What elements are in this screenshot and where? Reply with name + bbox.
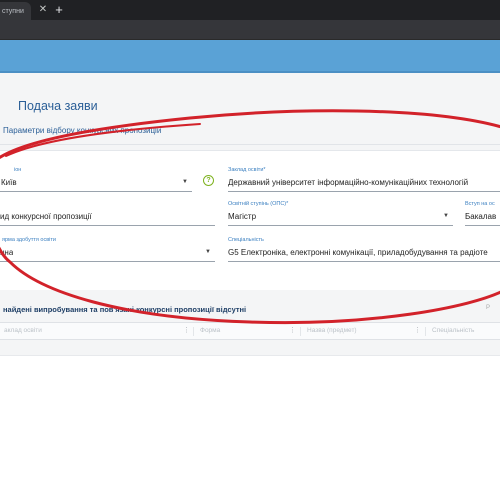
results-table-header: аклад освіти ⋮ Форма ⋮ Назва (предмет) ⋮… [0,322,500,340]
filter-form-card: іон Київ ▼ Заклад освіти* Державний унів… [0,150,500,290]
column-menu-icon[interactable]: ⋮ [414,326,421,334]
new-tab-icon[interactable]: + [52,3,66,17]
column-menu-icon[interactable]: ⋮ [289,326,296,334]
column-header[interactable]: аклад освіти [4,327,42,334]
results-table-body [0,355,500,500]
study-form-select[interactable]: ярма здобуття освіти нна ▼ [0,237,215,263]
column-menu-icon[interactable]: ⋮ [183,326,190,334]
browser-tab[interactable]: ступни [0,2,31,20]
help-icon[interactable]: ? [203,175,214,186]
chevron-down-icon: ▼ [443,213,449,219]
region-label: іон [14,167,22,173]
offer-search-input[interactable]: ид конкурсної пропозиції [0,201,215,227]
study-form-label: ярма здобуття освіти [2,237,56,243]
degree-value: Магістр [228,212,257,221]
site-header-banner [0,40,500,73]
chevron-down-icon: ▼ [182,179,188,185]
column-header[interactable]: Форма [200,327,220,334]
browser-tab-strip: ступни ✕ + [0,0,500,20]
study-form-value: нна [0,248,14,257]
section-title: Параметри відбору конкурсних пропозицій [3,126,162,135]
institution-field[interactable]: Заклад освіти* Державний університет інф… [228,167,500,193]
column-header[interactable]: Спеціальність [432,327,474,334]
specialty-value: G5 Електроніка, електронні комунікації, … [228,248,488,257]
close-icon[interactable]: ✕ [37,4,49,16]
no-results-message: найдені випробування та пов'язані конкур… [3,305,247,314]
entry-basis-label: Вступ на ос [465,201,495,207]
region-value: Київ [1,178,17,187]
specialty-field[interactable]: Спеціальність G5 Електроніка, електронні… [228,237,500,263]
page-title: Подача заяви [18,99,98,113]
browser-toolbar [0,20,500,40]
chevron-down-icon: ▼ [205,249,211,255]
browser-tab-title: ступни [2,7,24,15]
section-divider [0,144,500,145]
offer-search-value: ид конкурсної пропозиції [0,212,92,221]
specialty-label: Спеціальність [228,237,264,243]
section-header: Параметри відбору конкурсних пропозицій [0,126,500,145]
degree-select[interactable]: Освітній ступінь (ОПС)* Магістр ▼ [228,201,453,227]
region-select[interactable]: іон Київ ▼ [0,167,192,193]
institution-value: Державний університет інформаційно-комун… [228,178,469,187]
institution-label: Заклад освіти* [228,167,266,173]
entry-basis-value: Бакалав [465,212,497,221]
degree-label: Освітній ступінь (ОПС)* [228,201,289,207]
entry-basis-select[interactable]: Вступ на ос Бакалав [465,201,500,227]
results-hint: Р [486,305,491,311]
column-header[interactable]: Назва (предмет) [307,327,357,334]
